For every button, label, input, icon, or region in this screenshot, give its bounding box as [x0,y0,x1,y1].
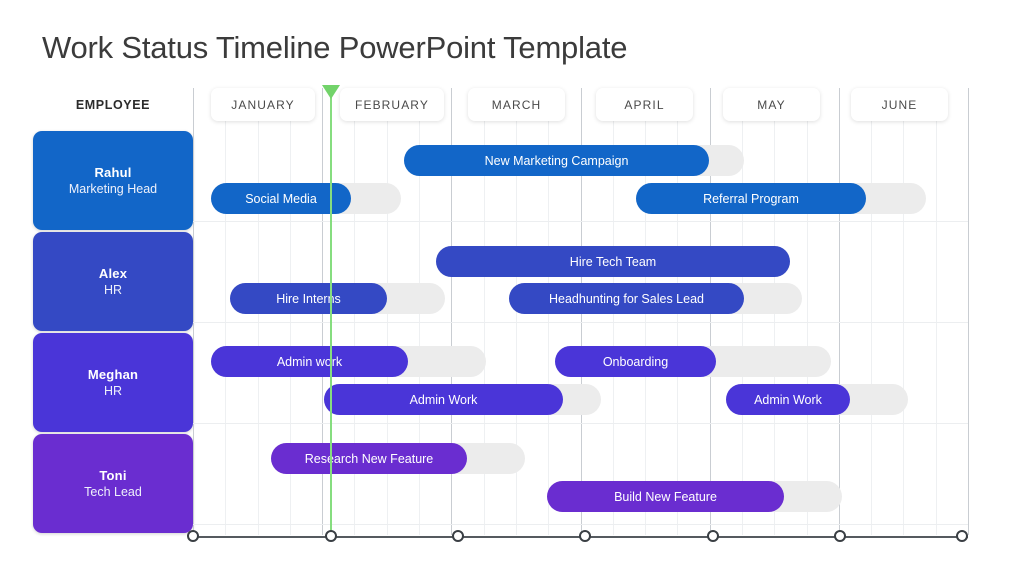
row-separator [193,524,968,525]
month-gridline [839,88,840,535]
week-gridline [613,120,614,535]
axis-marker-dot [834,530,846,542]
slide-canvas: Work Status Timeline PowerPoint Template… [0,0,1024,576]
axis-marker-dot [956,530,968,542]
axis-marker-dot [707,530,719,542]
month-tab-label: JUNE [881,97,918,112]
month-tab-label: APRIL [624,97,665,112]
employee-role: Tech Lead [84,485,142,499]
axis-marker-dot [452,530,464,542]
employee-name: Alex [98,266,128,281]
task-bar[interactable]: Admin Work [324,384,563,415]
week-gridline [516,120,517,535]
employee-column-header: EMPLOYEE [75,98,151,112]
task-bar[interactable]: Admin Work [726,384,850,415]
employee-name: Rahul [94,165,132,180]
row-separator [193,322,968,323]
task-bar-label: Headhunting for Sales Lead [549,291,704,306]
employee-role: HR [103,384,123,398]
task-bar-label: Hire Tech Team [569,254,657,269]
task-bar-label: New Marketing Campaign [484,153,629,168]
page-title: Work Status Timeline PowerPoint Template [42,30,628,65]
task-bar-label: Research New Feature [304,451,434,466]
task-bar[interactable]: Onboarding [555,346,716,377]
employee-card-rahul[interactable]: Rahul Marketing Head [33,131,193,230]
task-bar[interactable]: Referral Program [636,183,866,214]
month-gridline [193,88,194,535]
task-bar[interactable]: Hire Tech Team [436,246,790,277]
today-marker-triangle-icon [322,85,340,99]
today-marker-line [330,96,332,536]
month-tab-february[interactable]: FEBRUARY [340,88,444,121]
month-gridline [968,88,969,535]
gantt-plot-area: New Marketing Campaign Social Media Referr… [193,88,969,535]
task-bar[interactable]: Admin work [211,346,408,377]
row-separator [193,423,968,424]
employee-name: Meghan [87,367,139,382]
employee-card-meghan[interactable]: Meghan HR [33,333,193,432]
row-separator [193,221,968,222]
employee-name: Toni [99,468,127,483]
task-bar-label: Admin Work [754,392,822,407]
month-tab-january[interactable]: JANUARY [211,88,315,121]
task-bar-label: Build New Feature [614,489,717,504]
axis-marker-dot [579,530,591,542]
week-gridline [936,120,937,535]
month-tab-june[interactable]: JUNE [851,88,948,121]
task-bar[interactable]: Headhunting for Sales Lead [509,283,744,314]
month-tab-label: MAY [757,97,786,112]
task-bar[interactable]: New Marketing Campaign [404,145,709,176]
employee-role: HR [103,283,123,297]
task-bar-label: Referral Program [703,191,799,206]
task-bar-label: Onboarding [602,354,669,369]
employee-card-toni[interactable]: Toni Tech Lead [33,434,193,533]
axis-marker-dot [325,530,337,542]
week-gridline [548,120,549,535]
week-gridline [645,120,646,535]
task-bar-label: Admin Work [409,392,478,407]
task-bar[interactable]: Research New Feature [271,443,467,474]
month-tab-march[interactable]: MARCH [468,88,565,121]
employee-card-alex[interactable]: Alex HR [33,232,193,331]
task-bar[interactable]: Hire Interns [230,283,387,314]
month-tab-label: FEBRUARY [355,97,429,112]
month-tab-label: MARCH [491,97,542,112]
month-tab-may[interactable]: MAY [723,88,820,121]
month-tab-april[interactable]: APRIL [596,88,693,121]
axis-marker-dot [187,530,199,542]
task-bar[interactable]: Build New Feature [547,481,784,512]
task-bar-label: Admin work [276,354,343,369]
task-bar-label: Social Media [245,191,317,206]
employee-role: Marketing Head [68,182,158,196]
month-tab-label: JANUARY [231,97,295,112]
